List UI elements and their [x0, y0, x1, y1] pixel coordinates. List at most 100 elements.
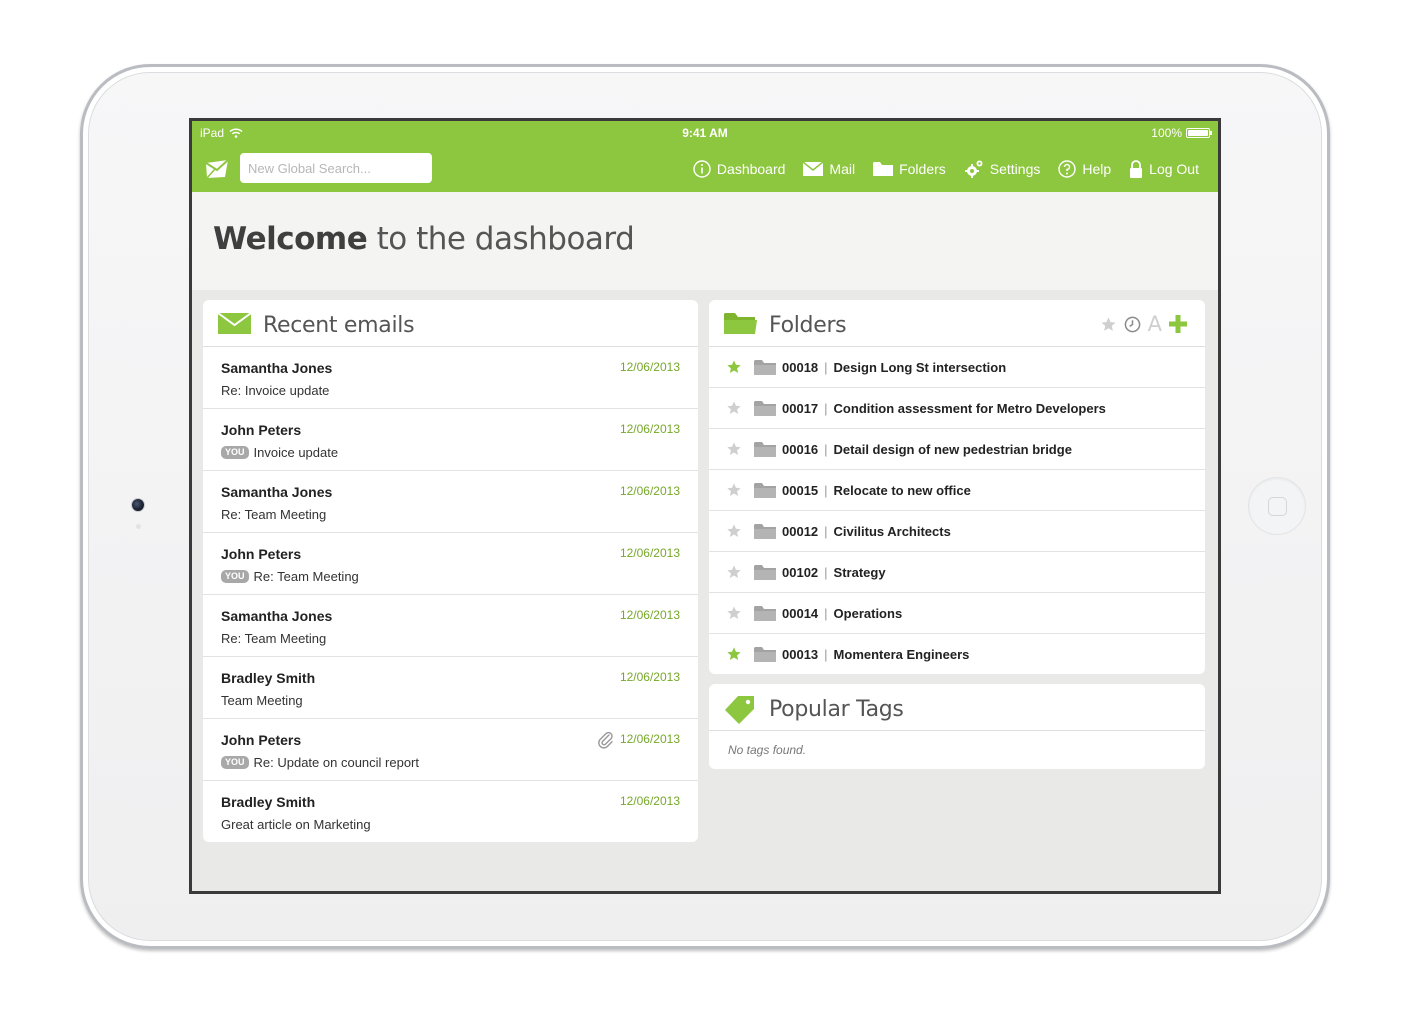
- status-time: 9:41 AM: [682, 126, 728, 140]
- clock-icon[interactable]: [1124, 316, 1141, 333]
- nav-mail[interactable]: Mail: [803, 161, 855, 177]
- folder-icon: [873, 162, 894, 176]
- email-subject-line: YOU Re: Update on council report: [221, 755, 419, 770]
- folder-label: 00017 | Condition assessment for Metro Dev…: [782, 401, 1106, 416]
- folder-separator: |: [824, 442, 828, 457]
- email-sender: John Peters: [221, 732, 302, 748]
- star-icon[interactable]: [726, 605, 742, 621]
- folder-separator: |: [824, 483, 828, 498]
- folder-icon: [754, 401, 776, 416]
- star-icon[interactable]: [726, 564, 742, 580]
- you-badge: YOU: [221, 570, 249, 583]
- email-date: 12/06/2013: [619, 732, 680, 746]
- star-icon[interactable]: [726, 523, 742, 539]
- folder-separator: |: [824, 606, 828, 621]
- email-row[interactable]: Bradley Smith Team Meeting 12/06/2013: [203, 657, 698, 719]
- folder-row[interactable]: 00014 | Operations: [709, 593, 1205, 634]
- folder-row[interactable]: 00013 | Momentera Engineers: [709, 634, 1205, 674]
- nav-help[interactable]: Help: [1058, 159, 1112, 178]
- email-row[interactable]: John Peters YOU Invoice update 12/06/2013: [203, 409, 698, 471]
- folder-actions: A: [1100, 314, 1187, 335]
- email-subject-line: YOU Invoice update: [221, 445, 338, 460]
- top-navbar: Dashboard Mail Folders: [192, 145, 1218, 192]
- email-subject: Invoice update: [253, 445, 339, 460]
- nav-dashboard[interactable]: Dashboard: [693, 159, 786, 178]
- email-row[interactable]: Samantha Jones Re: Invoice update 12/06/20…: [203, 347, 698, 409]
- email-subject-line: YOU Re: Team Meeting: [221, 569, 359, 584]
- paperclip-icon: [598, 731, 613, 749]
- email-date: 12/06/2013: [619, 360, 680, 374]
- email-date: 12/06/2013: [619, 670, 680, 684]
- nav-menu: Dashboard Mail Folders Settings Help Log…: [693, 145, 1199, 192]
- folder-icon: [754, 524, 776, 539]
- folder-icon: [754, 360, 776, 375]
- nav-dashboard-label: Dashboard: [716, 160, 786, 177]
- email-date: 12/06/2013: [619, 546, 680, 560]
- star-filled-icon[interactable]: [726, 646, 742, 662]
- folder-code: 00102: [782, 565, 819, 580]
- email-row[interactable]: Samantha Jones Re: Team Meeting 12/06/2013: [203, 595, 698, 657]
- folder-name: Relocate to new office: [833, 483, 971, 498]
- star-filled-icon[interactable]: [726, 359, 742, 375]
- envelope-icon: [218, 312, 251, 334]
- email-date: 12/06/2013: [619, 794, 680, 808]
- star-icon[interactable]: [726, 400, 742, 416]
- folder-code: 00013: [782, 647, 819, 662]
- add-icon[interactable]: [1169, 315, 1187, 333]
- camera-icon: [131, 498, 145, 512]
- folder-list: 00018 | Design Long St intersection 00017 |…: [709, 347, 1205, 674]
- battery-percent: 100%: [1151, 126, 1182, 140]
- email-sender: Bradley Smith: [221, 670, 316, 686]
- folder-separator: |: [824, 401, 828, 416]
- nav-mail-label: Mail: [829, 160, 856, 177]
- nav-settings-label: Settings: [989, 160, 1041, 177]
- email-row[interactable]: John Peters YOU Re: Team Meeting 12/06/2013: [203, 533, 698, 595]
- folders-header: Folders A: [709, 300, 1205, 347]
- folder-open-icon: [724, 313, 757, 334]
- welcome-rest: to the dashboard: [367, 221, 635, 257]
- folder-row[interactable]: 00012 | Civilitus Architects: [709, 511, 1205, 552]
- alpha-sort-icon[interactable]: A: [1148, 314, 1162, 335]
- app-logo-icon[interactable]: [204, 156, 230, 182]
- email-row[interactable]: Samantha Jones Re: Team Meeting 12/06/2013: [203, 471, 698, 533]
- sensor-dot: [136, 524, 141, 529]
- folder-label: 00015 | Relocate to new office: [782, 483, 971, 498]
- folder-name: Strategy: [833, 565, 886, 580]
- folder-code: 00015: [782, 483, 819, 498]
- email-row[interactable]: John Peters YOU Re: Update on council repo…: [203, 719, 698, 781]
- page-title: Welcome to the dashboard: [213, 221, 635, 257]
- folder-row[interactable]: 00018 | Design Long St intersection: [709, 347, 1205, 388]
- global-search-input[interactable]: [240, 153, 432, 183]
- email-subject-line: Team Meeting: [221, 693, 303, 708]
- folder-icon: [754, 442, 776, 457]
- star-icon[interactable]: [1100, 316, 1117, 333]
- no-tags-text: No tags found.: [728, 743, 807, 757]
- folder-row[interactable]: 00102 | Strategy: [709, 552, 1205, 593]
- folder-icon: [754, 483, 776, 498]
- battery-icon: [1186, 128, 1212, 138]
- nav-logout[interactable]: Log Out: [1129, 159, 1199, 178]
- home-button[interactable]: [1248, 477, 1306, 535]
- email-subject: Re: Team Meeting: [253, 569, 359, 584]
- info-icon: [693, 159, 711, 178]
- welcome-area: Welcome to the dashboard: [192, 192, 1218, 290]
- star-icon[interactable]: [726, 482, 742, 498]
- folder-row[interactable]: 00016 | Detail design of new pedestrian br…: [709, 429, 1205, 470]
- folder-row[interactable]: 00017 | Condition assessment for Metro Dev…: [709, 388, 1205, 429]
- nav-folders[interactable]: Folders: [873, 161, 946, 177]
- folders-title: Folders: [769, 313, 847, 338]
- email-subject: Re: Update on council report: [253, 755, 419, 770]
- email-subject: Great article on Marketing: [221, 817, 371, 832]
- welcome-bold: Welcome: [213, 221, 368, 257]
- folder-row[interactable]: 00015 | Relocate to new office: [709, 470, 1205, 511]
- star-icon[interactable]: [726, 441, 742, 457]
- nav-settings[interactable]: Settings: [964, 159, 1041, 179]
- email-row[interactable]: Bradley Smith Great article on Marketing 1…: [203, 781, 698, 842]
- status-bar: iPad 9:41 AM 100%: [192, 121, 1218, 145]
- folder-name: Momentera Engineers: [833, 647, 970, 662]
- lock-icon: [1130, 159, 1143, 178]
- folder-icon: [754, 606, 776, 621]
- email-sender: John Peters: [221, 422, 302, 438]
- recent-emails-title: Recent emails: [263, 313, 415, 338]
- nav-help-label: Help: [1082, 160, 1112, 177]
